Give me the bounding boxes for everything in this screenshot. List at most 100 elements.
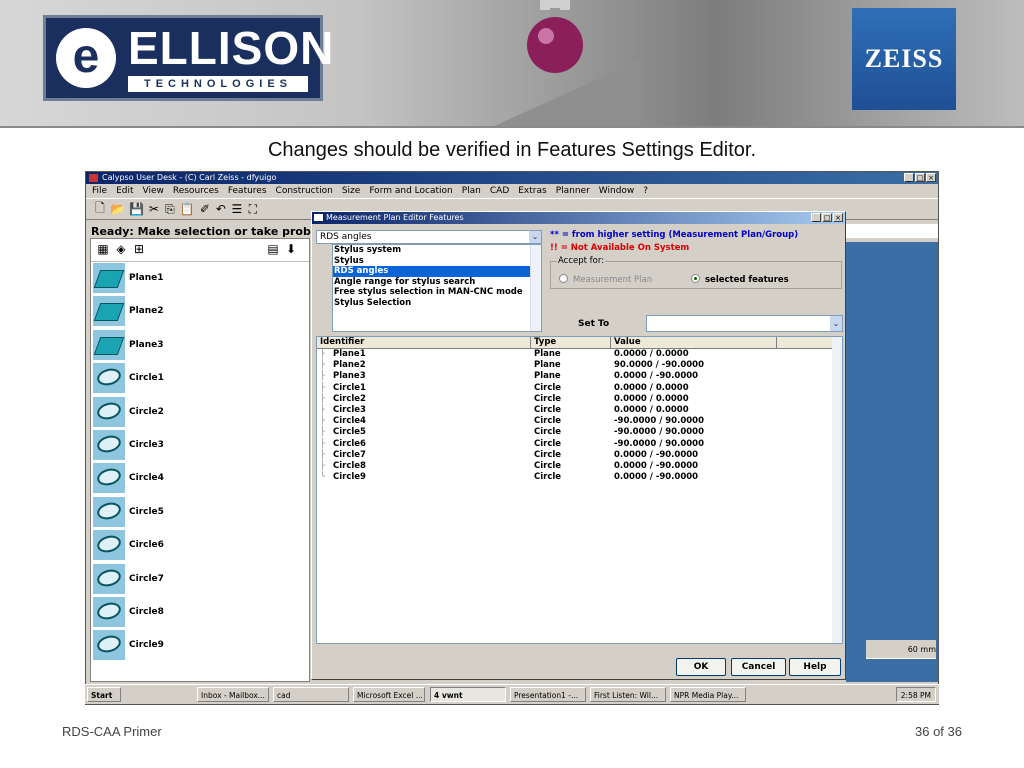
arrow-down-icon[interactable]: ⬇ <box>283 242 299 257</box>
cad-view[interactable]: 60 mm <box>846 224 938 682</box>
new-file-icon[interactable]: 🗋 <box>94 199 106 220</box>
paste-icon[interactable]: 📋 <box>180 202 195 216</box>
cancel-button[interactable]: Cancel <box>731 658 786 676</box>
report-icon[interactable]: ▤ <box>265 242 281 257</box>
close-button[interactable]: × <box>926 173 936 182</box>
taskbar-item[interactable]: Microsoft Excel ... <box>353 687 425 702</box>
feature-item[interactable]: Circle3 <box>93 430 303 460</box>
menu-item[interactable]: Edit <box>116 184 133 198</box>
menu-item[interactable]: View <box>143 184 164 198</box>
feature-item[interactable]: Plane3 <box>93 329 303 360</box>
setting-list-item[interactable]: Free stylus selection in MAN-CNC mode <box>333 287 541 298</box>
table-row[interactable]: ├ Plane2 Plane 90.0000 / -90.0000 <box>317 360 842 371</box>
color-palette-icon[interactable]: ◈ <box>113 242 129 257</box>
taskbar-item[interactable]: NPR Media Play... <box>670 687 746 702</box>
menu-item[interactable]: Construction <box>276 184 333 198</box>
binoculars-icon[interactable]: ⛶ <box>247 202 259 217</box>
setting-list-scrollbar[interactable] <box>530 245 541 331</box>
minimize-button[interactable]: _ <box>904 173 914 182</box>
maximize-button[interactable]: □ <box>915 173 925 182</box>
menu-item[interactable]: Window <box>599 184 635 198</box>
feature-item[interactable]: Circle7 <box>93 563 303 594</box>
taskbar-item[interactable]: First Listen: Wil... <box>590 687 666 702</box>
dialog-maximize-button[interactable]: □ <box>822 213 832 222</box>
table-row[interactable]: ├ Circle4 Circle -90.0000 / 90.0000 <box>317 416 842 427</box>
feature-item[interactable]: Circle2 <box>93 396 303 427</box>
setting-list-item[interactable]: Stylus <box>333 256 541 267</box>
hierarchy-icon[interactable]: ⊞ <box>131 242 147 257</box>
table-row[interactable]: ├ Circle3 Circle 0.0000 / 0.0000 <box>317 405 842 416</box>
menu-item[interactable]: Form and Location <box>369 184 452 198</box>
menu-item[interactable]: File <box>92 184 107 198</box>
taskbar-item[interactable]: 4 vwnt <box>430 687 506 702</box>
copy-icon[interactable]: ⎘ <box>164 202 176 217</box>
start-button[interactable]: Start <box>87 687 121 702</box>
cell-value[interactable]: 90.0000 / -90.0000 <box>611 360 777 371</box>
table-scrollbar[interactable] <box>832 337 842 643</box>
cell-value[interactable]: 0.0000 / 0.0000 <box>611 349 777 360</box>
dialog-minimize-button[interactable]: _ <box>811 213 821 222</box>
feature-item[interactable]: Plane2 <box>93 296 303 327</box>
undo-icon[interactable]: ↶ <box>215 202 227 216</box>
table-row[interactable]: ├ Plane3 Plane 0.0000 / -90.0000 <box>317 371 842 382</box>
chevron-down-icon[interactable]: ⌄ <box>529 231 541 243</box>
feature-tree-icon[interactable]: ▦ <box>95 242 111 257</box>
help-button[interactable]: Help <box>789 658 841 676</box>
ok-button[interactable]: OK <box>676 658 726 676</box>
taskbar-item[interactable]: cad <box>273 687 349 702</box>
eraser-icon[interactable]: ✐ <box>199 202 211 216</box>
menu-item[interactable]: Planner <box>556 184 590 198</box>
taskbar-item[interactable]: Presentation1 -... <box>510 687 586 702</box>
table-row[interactable]: ├ Circle5 Circle -90.0000 / 90.0000 <box>317 427 842 438</box>
save-icon[interactable]: 💾 <box>129 202 144 216</box>
chevron-down-icon[interactable]: ⌄ <box>830 316 842 331</box>
table-row[interactable]: ├ Circle1 Circle 0.0000 / 0.0000 <box>317 383 842 394</box>
table-row[interactable]: ├ Circle2 Circle 0.0000 / 0.0000 <box>317 394 842 405</box>
menu-item[interactable]: Resources <box>173 184 219 198</box>
table-row[interactable]: ├ Circle6 Circle -90.0000 / 90.0000 <box>317 439 842 450</box>
cell-value[interactable]: 0.0000 / -90.0000 <box>611 371 777 382</box>
cell-value[interactable]: 0.0000 / 0.0000 <box>611 383 777 394</box>
feature-item[interactable]: Circle4 <box>93 463 303 494</box>
table-row[interactable]: ├ Plane1 Plane 0.0000 / 0.0000 <box>317 349 842 360</box>
cell-value[interactable]: 0.0000 / -90.0000 <box>611 450 777 461</box>
feature-item[interactable]: Circle5 <box>93 496 303 527</box>
feature-item[interactable]: Plane1 <box>93 263 303 293</box>
cut-icon[interactable]: ✂ <box>148 202 160 216</box>
menu-item[interactable]: Extras <box>518 184 546 198</box>
setting-category-select[interactable]: RDS angles ⌄ <box>316 230 542 244</box>
cell-value[interactable]: -90.0000 / 90.0000 <box>611 416 777 427</box>
menu-item[interactable]: Features <box>228 184 267 198</box>
feature-item[interactable]: Circle1 <box>93 363 303 394</box>
feature-item[interactable]: Circle8 <box>93 597 303 627</box>
radio-measurement-plan[interactable]: Measurement Plan <box>559 274 652 285</box>
list-icon[interactable]: ☰ <box>231 202 243 216</box>
dialog-close-button[interactable]: × <box>833 213 843 222</box>
menu-item[interactable]: Size <box>342 184 360 198</box>
table-row[interactable]: ├ Circle8 Circle 0.0000 / -90.0000 <box>317 461 842 472</box>
feature-item[interactable]: Circle9 <box>93 630 303 661</box>
cell-value[interactable]: -90.0000 / 90.0000 <box>611 427 777 438</box>
setting-list-item[interactable]: RDS angles <box>333 266 541 277</box>
menu-item[interactable]: ? <box>643 184 648 198</box>
taskbar-item[interactable]: Inbox - Mailbox... <box>197 687 269 702</box>
cell-value[interactable]: 0.0000 / 0.0000 <box>611 405 777 416</box>
table-row[interactable]: ├ Circle7 Circle 0.0000 / -90.0000 <box>317 450 842 461</box>
setting-list[interactable]: Stylus system Stylus RDS angles Angle range… <box>332 244 542 332</box>
setting-list-item[interactable]: Stylus Selection <box>333 298 541 309</box>
column-value[interactable]: Value <box>611 337 777 348</box>
setting-list-item[interactable]: Stylus system <box>333 245 541 256</box>
cell-value[interactable]: 0.0000 / 0.0000 <box>611 394 777 405</box>
feature-item[interactable]: Circle6 <box>93 530 303 561</box>
set-to-select[interactable]: ⌄ <box>646 315 843 332</box>
menu-item[interactable]: Plan <box>462 184 481 198</box>
cell-value[interactable]: 0.0000 / -90.0000 <box>611 461 777 472</box>
column-type[interactable]: Type <box>531 337 611 348</box>
setting-list-item[interactable]: Angle range for stylus search <box>333 277 541 288</box>
cell-value[interactable]: -90.0000 / 90.0000 <box>611 439 777 450</box>
cell-value[interactable]: 0.0000 / -90.0000 <box>611 472 777 483</box>
menu-item[interactable]: CAD <box>490 184 509 198</box>
open-folder-icon[interactable]: 📂 <box>110 202 125 216</box>
table-row[interactable]: └ Circle9 Circle 0.0000 / -90.0000 <box>317 472 842 483</box>
radio-selected-features[interactable]: selected features <box>691 274 789 285</box>
